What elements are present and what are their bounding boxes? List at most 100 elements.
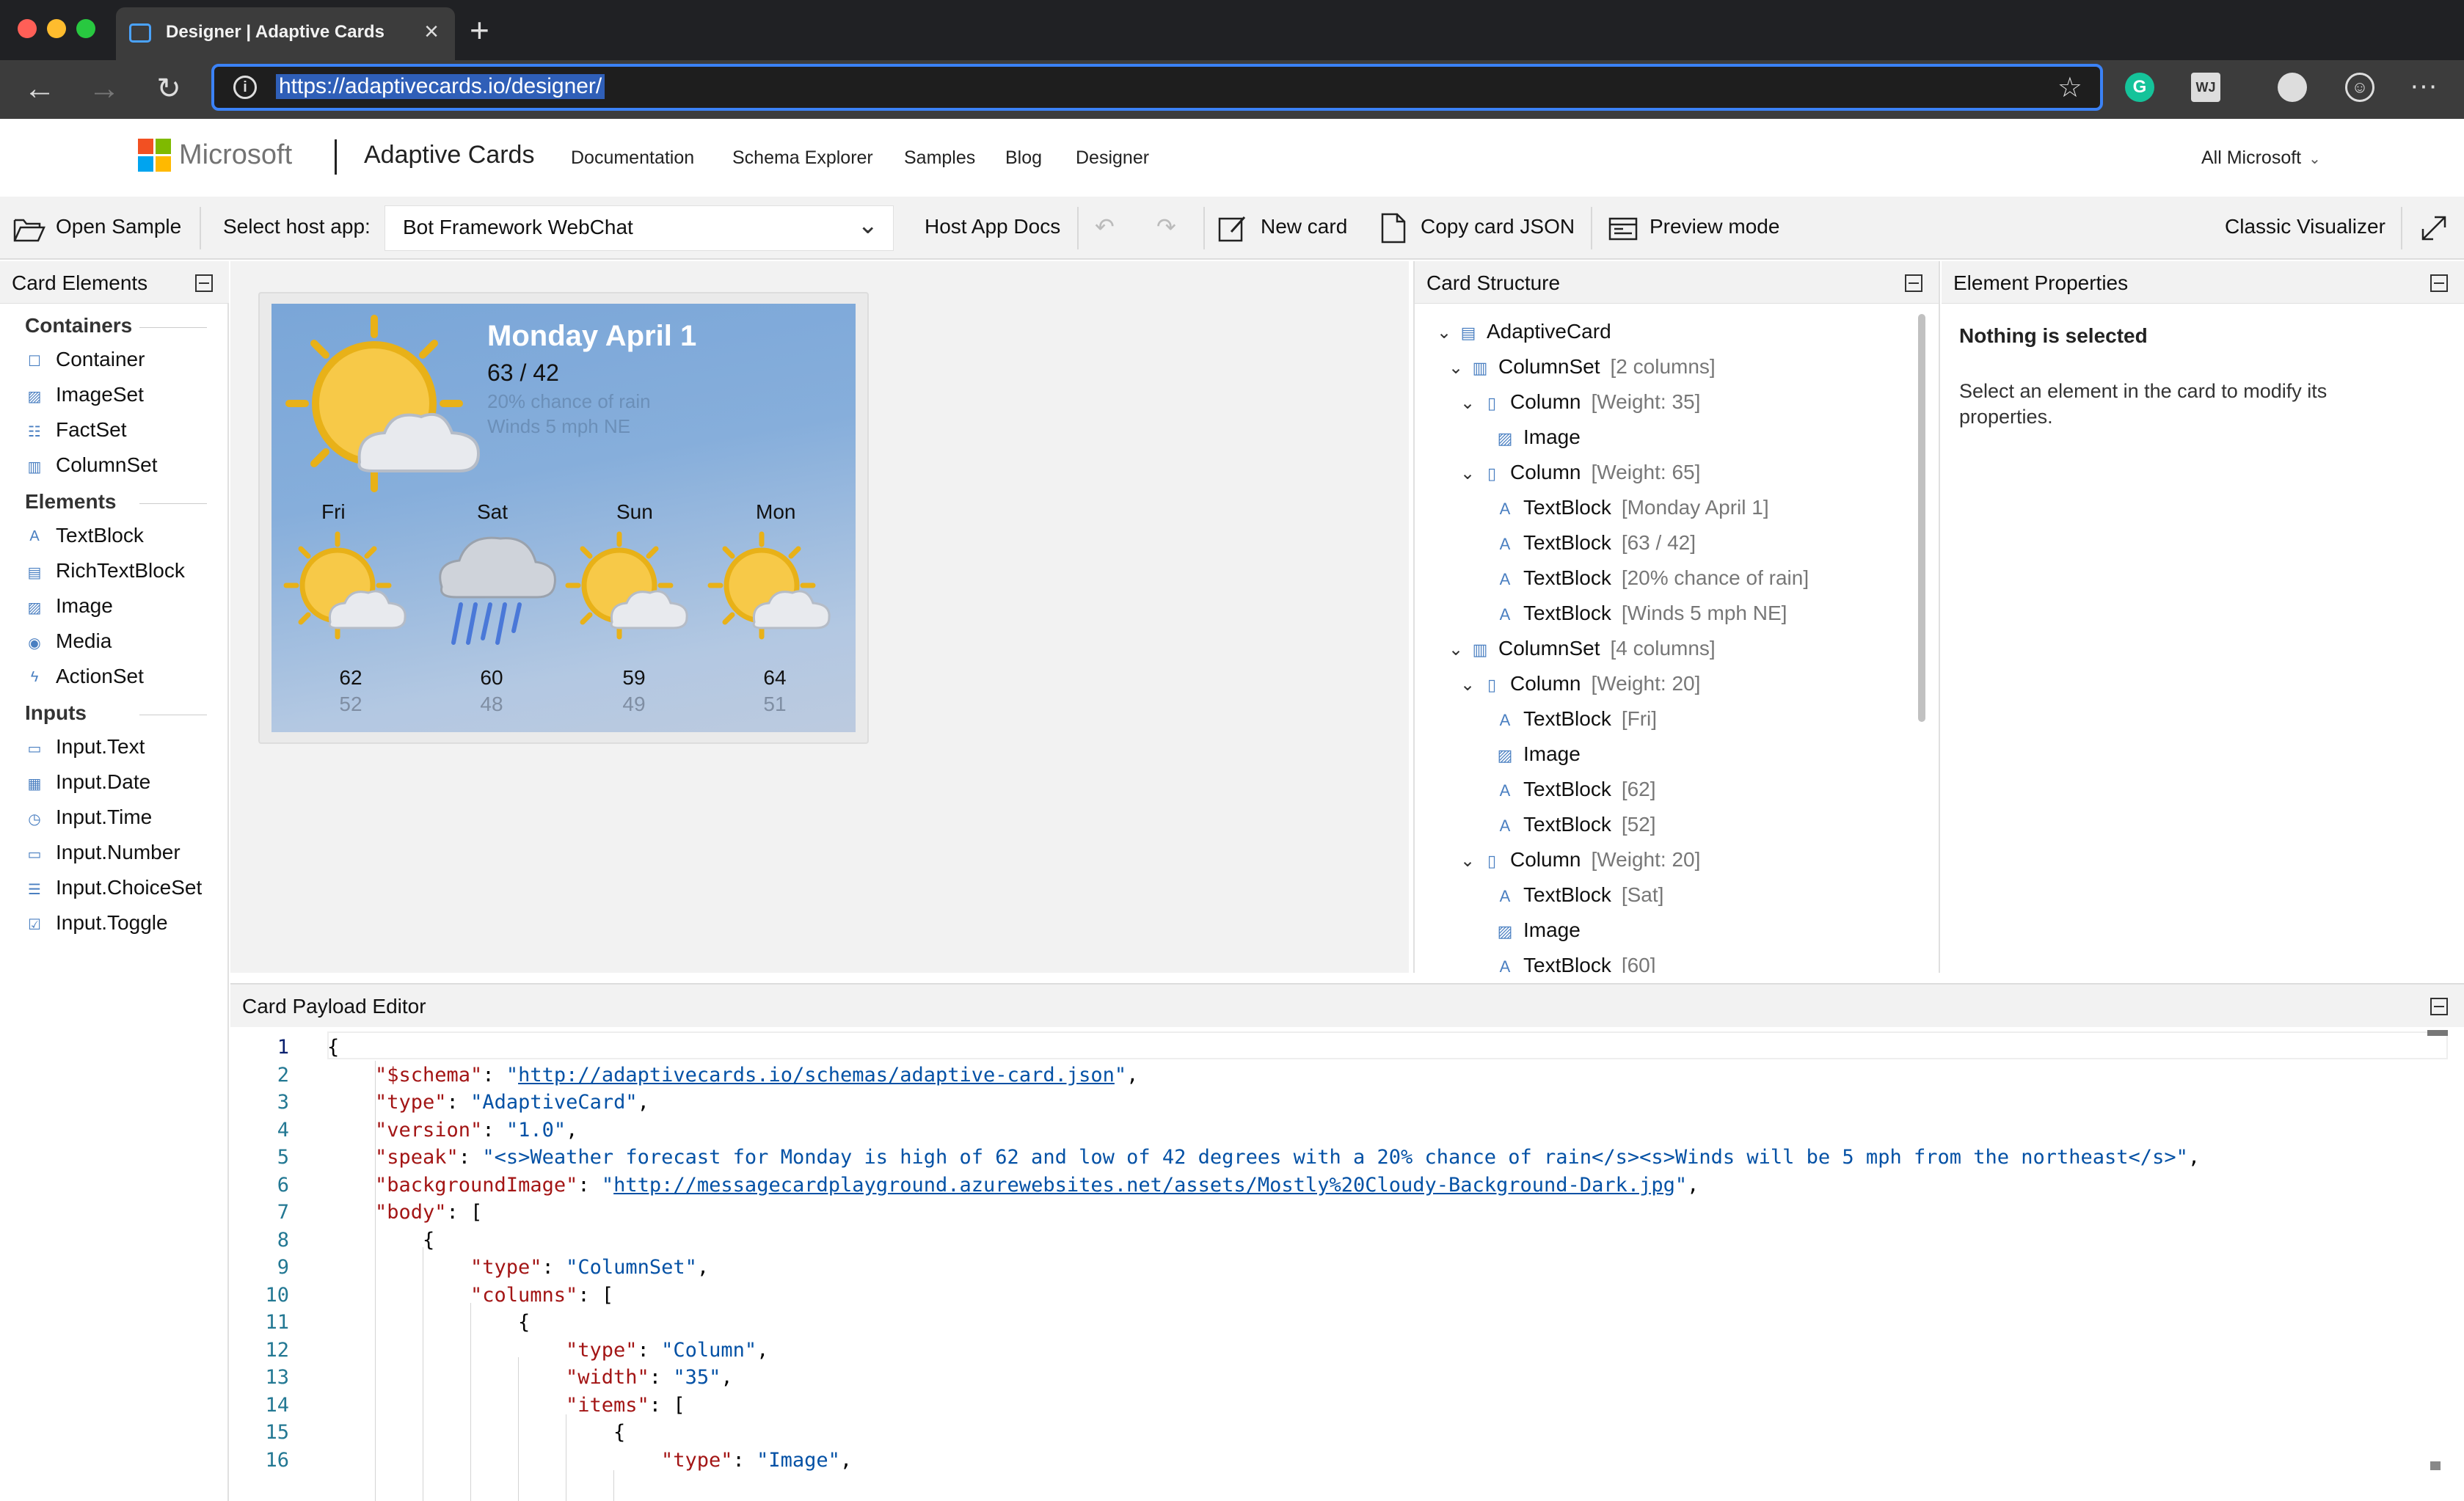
code-line[interactable]: "type": "ColumnSet",: [470, 1256, 709, 1279]
element-factset[interactable]: ☷ FactSet: [25, 418, 126, 442]
forecast-high[interactable]: 60: [477, 666, 506, 690]
expand-icon[interactable]: [2420, 214, 2448, 242]
element-input-date[interactable]: ▦ Input.Date: [25, 770, 151, 794]
mostly-sunny-icon[interactable]: [565, 531, 690, 649]
collapse-pane-icon[interactable]: [2430, 998, 2448, 1015]
code-line[interactable]: "body": [: [375, 1201, 482, 1224]
chevron-down-icon[interactable]: ⌄: [1460, 392, 1481, 414]
tree-node-column[interactable]: ⌄ ▯ Column [Weight: 65]: [1460, 461, 1700, 484]
code-line[interactable]: "type": "Column",: [566, 1339, 768, 1362]
tree-node-textblock[interactable]: A TextBlock [52]: [1494, 813, 1656, 836]
chevron-down-icon[interactable]: ⌄: [1437, 322, 1457, 343]
chevron-down-icon[interactable]: ⌄: [1448, 639, 1469, 660]
tree-node-textblock[interactable]: A TextBlock [63 / 42]: [1494, 531, 1696, 555]
chevron-down-icon[interactable]: ⌄: [1460, 463, 1481, 484]
element-imageset[interactable]: ▨ ImageSet: [25, 383, 144, 406]
forecast-low[interactable]: 51: [760, 693, 790, 716]
tree-node-column[interactable]: ⌄ ▯ Column [Weight: 20]: [1460, 848, 1700, 872]
tree-node-image[interactable]: ▨ Image: [1494, 426, 1581, 449]
minimize-window-button[interactable]: [47, 19, 66, 38]
code-line[interactable]: "type": "Image",: [661, 1449, 852, 1472]
open-sample-button[interactable]: Open Sample: [56, 215, 181, 238]
classic-visualizer-button[interactable]: Classic Visualizer: [2225, 215, 2385, 238]
tree-node-column[interactable]: ⌄ ▯ Column [Weight: 35]: [1460, 390, 1700, 414]
close-window-button[interactable]: [18, 19, 37, 38]
element-image[interactable]: ▨ Image: [25, 594, 113, 618]
code-line[interactable]: {: [423, 1229, 434, 1252]
editor-scroll-thumb[interactable]: [2430, 1461, 2441, 1470]
card-wind[interactable]: Winds 5 mph NE: [487, 415, 630, 438]
element-input-toggle[interactable]: ☑ Input.Toggle: [25, 911, 168, 935]
copy-card-json-button[interactable]: Copy card JSON: [1421, 215, 1575, 238]
tree-node-image[interactable]: ▨ Image: [1494, 742, 1581, 766]
forecast-day[interactable]: Fri: [321, 500, 346, 524]
element-container[interactable]: ☐ Container: [25, 348, 145, 371]
wj-extension-icon[interactable]: WJ: [2191, 73, 2220, 102]
adaptive-cards-brand[interactable]: Adaptive Cards: [364, 141, 534, 169]
element-media[interactable]: ◉ Media: [25, 629, 112, 653]
element-input-number[interactable]: ▭ Input.Number: [25, 841, 181, 864]
code-line[interactable]: "backgroundImage": "http://messagecardpl…: [375, 1174, 1699, 1197]
chevron-down-icon[interactable]: ⌄: [1448, 357, 1469, 379]
tree-node-columnset[interactable]: ⌄ ▥ ColumnSet [2 columns]: [1448, 355, 1716, 379]
nav-samples[interactable]: Samples: [904, 147, 975, 169]
new-card-icon[interactable]: [1218, 214, 1247, 244]
code-line[interactable]: "items": [: [566, 1394, 685, 1417]
card-title[interactable]: Monday April 1: [487, 320, 696, 353]
element-columnset[interactable]: ▥ ColumnSet: [25, 453, 158, 477]
code-line[interactable]: {: [327, 1036, 339, 1059]
code-line[interactable]: {: [613, 1421, 625, 1444]
weather-card[interactable]: Monday April 1 63 / 42 20% chance of rai…: [271, 304, 856, 732]
forecast-high[interactable]: 59: [619, 666, 649, 690]
structure-scrollbar[interactable]: [1918, 314, 1925, 722]
reload-icon[interactable]: ↻: [147, 67, 191, 112]
nav-designer[interactable]: Designer: [1076, 147, 1149, 169]
profile-avatar-icon[interactable]: [2278, 73, 2307, 102]
nav-blog[interactable]: Blog: [1005, 147, 1042, 169]
address-bar[interactable]: i https://adaptivecards.io/designer/ ☆: [211, 64, 2103, 111]
preview-mode-button[interactable]: Preview mode: [1650, 215, 1779, 238]
nav-documentation[interactable]: Documentation: [571, 147, 694, 169]
address-url[interactable]: https://adaptivecards.io/designer/: [276, 74, 605, 99]
redo-icon[interactable]: ↷: [1156, 213, 1176, 241]
grammarly-extension-icon[interactable]: G: [2125, 73, 2154, 102]
chevron-down-icon[interactable]: ⌄: [1460, 674, 1481, 695]
undo-icon[interactable]: ↶: [1095, 213, 1115, 241]
host-app-docs-button[interactable]: Host App Docs: [925, 215, 1060, 238]
mostly-sunny-icon[interactable]: [707, 531, 832, 649]
collapse-pane-icon[interactable]: [2430, 274, 2448, 292]
code-line[interactable]: "width": "35",: [566, 1366, 733, 1389]
rain-cloud-icon[interactable]: [427, 528, 559, 653]
favorite-star-icon[interactable]: ☆: [2057, 71, 2082, 104]
microsoft-logo-icon[interactable]: [138, 139, 172, 172]
feedback-smiley-icon[interactable]: ☺: [2345, 73, 2374, 102]
copy-json-icon[interactable]: [1381, 213, 1407, 244]
element-input-text[interactable]: ▭ Input.Text: [25, 735, 145, 759]
forecast-low[interactable]: 49: [619, 693, 649, 716]
browser-tab[interactable]: Designer | Adaptive Cards ×: [116, 7, 455, 60]
forward-icon[interactable]: →: [82, 67, 126, 112]
close-tab-icon[interactable]: ×: [424, 18, 439, 46]
element-richtextblock[interactable]: ▤ RichTextBlock: [25, 559, 185, 582]
more-menu-icon[interactable]: ···: [2410, 70, 2438, 102]
element-input-choiceset[interactable]: ☰ Input.ChoiceSet: [25, 876, 202, 899]
mostly-sunny-icon[interactable]: [283, 531, 408, 649]
nav-schema-explorer[interactable]: Schema Explorer: [732, 147, 873, 169]
maximize-window-button[interactable]: [76, 19, 95, 38]
collapse-pane-icon[interactable]: [1905, 274, 1922, 292]
code-line[interactable]: "type": "AdaptiveCard",: [375, 1091, 649, 1114]
new-card-button[interactable]: New card: [1261, 215, 1347, 238]
tree-node-textblock[interactable]: A TextBlock [Fri]: [1494, 707, 1657, 731]
forecast-day[interactable]: Mon: [756, 500, 795, 524]
preview-mode-icon[interactable]: [1608, 217, 1638, 241]
card-rain[interactable]: 20% chance of rain: [487, 390, 651, 413]
element-actionset[interactable]: ϟ ActionSet: [25, 665, 144, 688]
back-icon[interactable]: ←: [18, 67, 62, 112]
card-temps[interactable]: 63 / 42: [487, 359, 559, 387]
code-line[interactable]: "speak": "<s>Weather forecast for Monday…: [375, 1146, 2200, 1169]
tree-node-columnset[interactable]: ⌄ ▥ ColumnSet [4 columns]: [1448, 637, 1716, 660]
forecast-day[interactable]: Sat: [477, 500, 508, 524]
all-microsoft-menu[interactable]: All Microsoft ⌄: [2201, 147, 2321, 169]
chevron-down-icon[interactable]: ⌄: [1460, 850, 1481, 872]
forecast-high[interactable]: 64: [760, 666, 790, 690]
